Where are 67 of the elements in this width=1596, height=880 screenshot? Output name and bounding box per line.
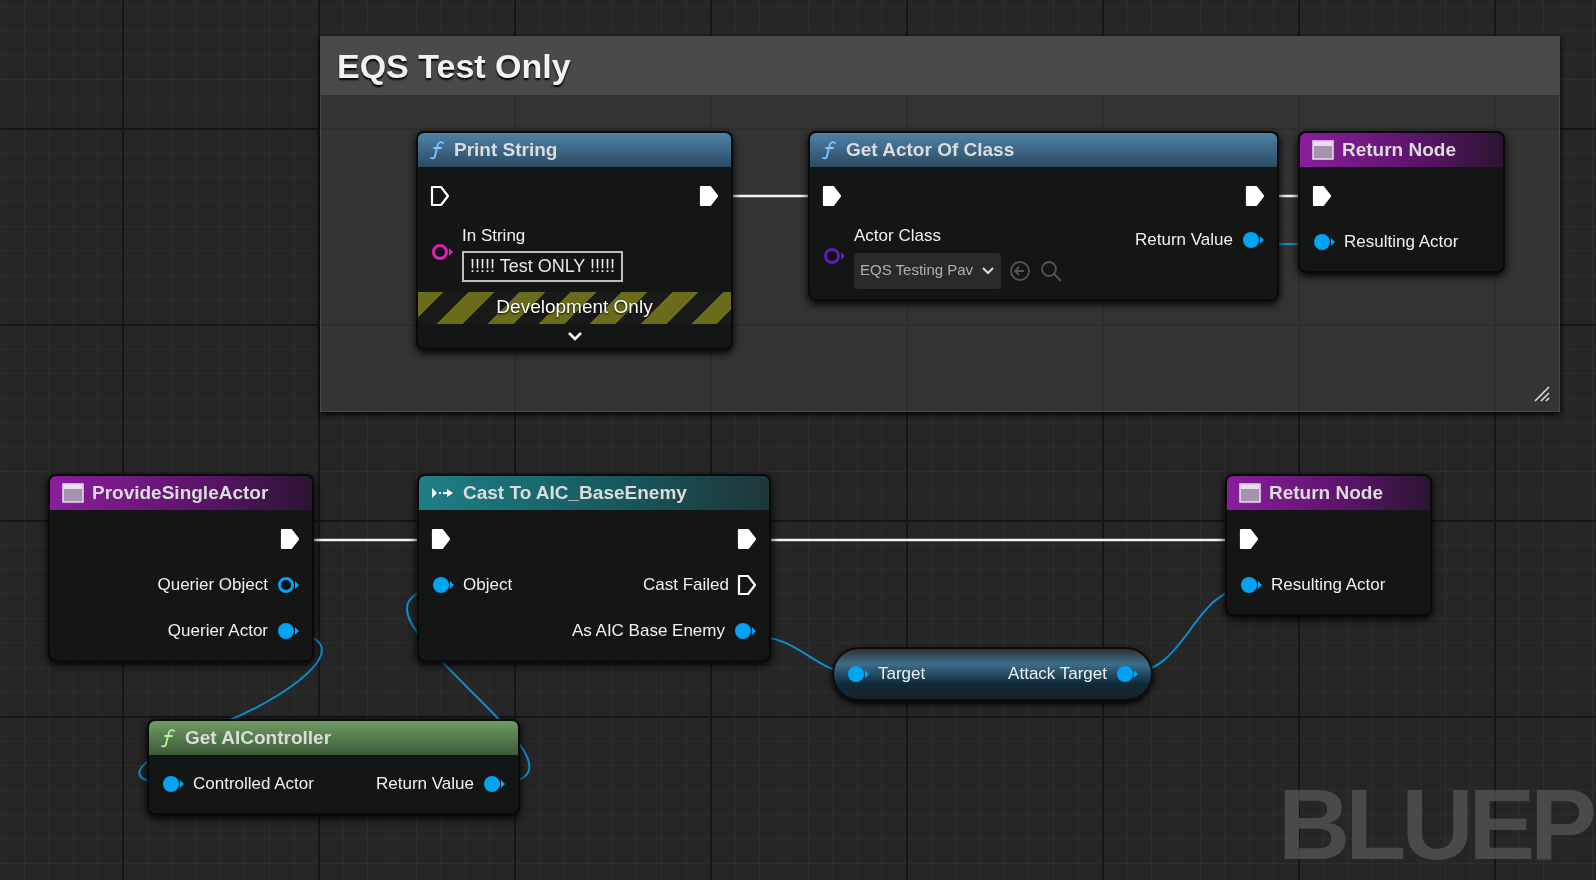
exec-pin-icon[interactable]	[1245, 185, 1265, 207]
variable-node[interactable]: Target Attack Target	[832, 647, 1153, 701]
window-icon	[62, 483, 84, 503]
pin-label: Target	[878, 663, 926, 686]
data-pin-icon[interactable]	[1115, 664, 1139, 684]
exec-pin-icon[interactable]	[430, 185, 450, 207]
development-only-banner: Development Only	[418, 291, 731, 324]
window-icon	[1239, 483, 1261, 503]
pin-label: Resulting Actor	[1344, 231, 1459, 254]
function-icon	[430, 140, 446, 160]
node-title: Get AIController	[185, 725, 332, 750]
blueprint-node[interactable]: Cast To AIC_BaseEnemy Object Cast Failed As AIC Base Enemy	[417, 474, 771, 662]
data-pin-icon[interactable]	[846, 664, 870, 684]
data-pin-icon[interactable]	[1239, 575, 1263, 595]
class-dropdown[interactable]: EQS Testing Pav	[854, 252, 1002, 289]
exec-pin-icon[interactable]	[431, 528, 451, 550]
graph-canvas[interactable]	[0, 0, 1596, 880]
pin-label: Querier Object	[157, 574, 268, 597]
pin-label: In String	[462, 225, 527, 247]
exec-pin-icon[interactable]	[1312, 185, 1332, 207]
exec-pin-icon[interactable]	[822, 185, 842, 207]
function-icon	[822, 140, 838, 160]
blueprint-node[interactable]: Return Node Resulting Actor	[1298, 131, 1505, 273]
pin-label: Return Value	[1135, 229, 1233, 251]
function-icon	[161, 728, 177, 748]
node-title: ProvideSingleActor	[92, 480, 269, 505]
exec-pin-icon[interactable]	[737, 528, 757, 550]
window-icon	[1312, 140, 1334, 160]
data-pin-icon[interactable]	[1312, 232, 1336, 252]
blueprint-node[interactable]: Return Node Resulting Actor	[1225, 474, 1432, 616]
blueprint-node[interactable]: Get AIController Controlled Actor Return Value	[147, 719, 520, 815]
pin-label: Querier Actor	[167, 620, 268, 643]
chevron-down-icon[interactable]	[566, 329, 583, 342]
data-pin-icon[interactable]	[276, 575, 300, 595]
exec-pin-icon[interactable]	[1239, 528, 1259, 550]
comment-title: EQS Test Only	[337, 45, 571, 87]
exec-pin-icon[interactable]	[737, 574, 757, 596]
pin-label: Controlled Actor	[193, 773, 314, 796]
data-pin-icon[interactable]	[482, 774, 506, 794]
data-pin-icon[interactable]	[431, 575, 455, 595]
blueprint-node[interactable]: Get Actor Of Class Actor Class EQS Testing Pav Return Value	[808, 131, 1279, 301]
data-pin-icon[interactable]	[1241, 229, 1265, 250]
pin-label: Object	[463, 574, 513, 597]
node-title: Print String	[454, 137, 558, 162]
chevron-down-icon	[981, 265, 996, 276]
pin-label: Resulting Actor	[1271, 574, 1386, 597]
arrow-icon	[431, 486, 455, 500]
pin-label: As AIC Base Enemy	[571, 620, 725, 643]
string-input-field[interactable]: !!!!! Test ONLY !!!!!	[462, 250, 624, 282]
exec-pin-icon[interactable]	[699, 185, 719, 207]
search-icon[interactable]	[1039, 258, 1064, 283]
blueprint-node[interactable]: ProvideSingleActor Querier Object Querier Actor	[48, 474, 314, 662]
pin-label: Return Value	[376, 773, 474, 796]
pin-label: Attack Target	[1008, 663, 1107, 686]
node-title: Get Actor Of Class	[846, 137, 1015, 162]
node-title: Return Node	[1269, 480, 1383, 505]
pin-label: Actor Class	[854, 225, 942, 247]
pin-label: Cast Failed	[643, 574, 729, 597]
node-title: Return Node	[1342, 137, 1456, 162]
data-pin-icon[interactable]	[276, 621, 300, 641]
data-pin-icon[interactable]	[161, 774, 185, 794]
data-pin-icon[interactable]	[430, 242, 454, 263]
exec-pin-icon[interactable]	[280, 528, 300, 550]
data-pin-icon[interactable]	[733, 621, 757, 641]
arrow-left-circle-icon[interactable]	[1009, 259, 1032, 282]
node-title: Cast To AIC_BaseEnemy	[463, 480, 687, 505]
blueprint-node[interactable]: Print String In String !!!!! Test ONLY !!!!! Development Only	[416, 131, 733, 350]
